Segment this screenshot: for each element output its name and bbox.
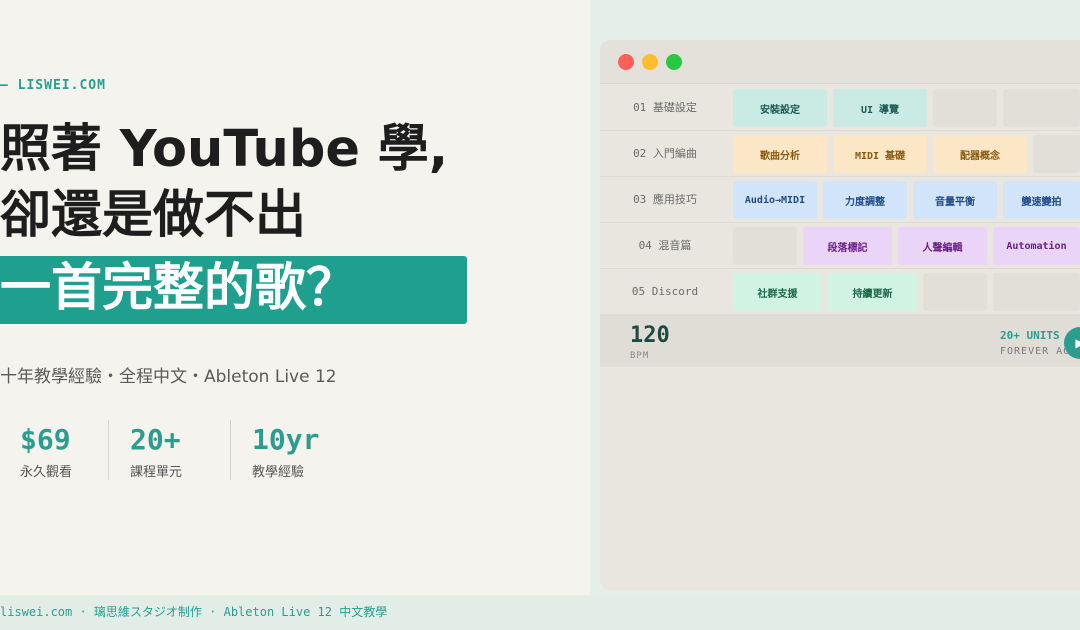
headline-highlight: 一首完整的歌？ bbox=[0, 256, 468, 324]
track-row: 04 混音篇 段落標記 人聲編輯 Automation bbox=[600, 223, 1080, 269]
clip[interactable]: MIDI 基礎 bbox=[833, 135, 927, 173]
track-label: 01 基礎設定 bbox=[633, 101, 697, 114]
clip[interactable]: 段落標記 bbox=[803, 227, 892, 265]
stat-divider bbox=[230, 420, 231, 480]
track-row: 05 Discord 社群支援 持續更新 bbox=[600, 269, 1080, 315]
track-row: 02 入門編曲 歌曲分析 MIDI 基礎 配器概念 bbox=[600, 131, 1080, 177]
stat-years: 10yr 教學經驗 bbox=[252, 420, 319, 480]
stat-label: 課程單元 bbox=[130, 465, 183, 480]
stat-label: 永久觀看 bbox=[20, 465, 73, 480]
left-panel: — LISWEI.COM 照著 YouTube 學, 卻還是做不出 一首完整的歌… bbox=[0, 0, 590, 595]
empty-clip-slot[interactable] bbox=[993, 273, 1080, 311]
stat-value: 20+ bbox=[130, 423, 181, 456]
stat-value: 10yr bbox=[252, 423, 320, 456]
stat-price: $69 永久觀看 bbox=[20, 420, 72, 480]
empty-clip-slot[interactable] bbox=[923, 273, 987, 311]
clip[interactable]: 力度調整 bbox=[823, 181, 907, 219]
clip[interactable]: UI 導覽 bbox=[833, 89, 927, 127]
window-titlebar bbox=[600, 40, 1080, 84]
footer-text[interactable]: liswei.com · 璃思維スタジオ制作 · Ableton Live 12… bbox=[0, 595, 387, 630]
clip[interactable]: 安裝設定 bbox=[733, 89, 827, 127]
track-label: 05 Discord bbox=[631, 285, 699, 298]
bpm-value[interactable]: 120 bbox=[630, 323, 670, 348]
clip[interactable]: 變速變拍 bbox=[1003, 181, 1080, 219]
headline: 照著 YouTube 學, 卻還是做不出 一首完整的歌？ bbox=[0, 116, 468, 324]
minimize-dot-icon[interactable] bbox=[642, 54, 658, 70]
brand-label[interactable]: — LISWEI.COM bbox=[0, 78, 106, 93]
track-row: 01 基礎設定 安裝設定 UI 導覽 bbox=[600, 85, 1080, 131]
empty-clip-slot[interactable] bbox=[733, 227, 797, 265]
stat-units: 20+ 課程單元 bbox=[130, 420, 182, 480]
clip[interactable]: Automation bbox=[993, 227, 1080, 265]
clip[interactable]: 歌曲分析 bbox=[733, 135, 827, 173]
footer: liswei.com · 璃思維スタジオ制作 · Ableton Live 12… bbox=[0, 595, 1080, 630]
maximize-dot-icon[interactable] bbox=[666, 54, 682, 70]
clip[interactable]: 人聲編輯 bbox=[898, 227, 987, 265]
track-label: 04 混音篇 bbox=[638, 239, 692, 252]
subtitle: 十年教學經驗・全程中文・Ableton Live 12 bbox=[0, 367, 337, 387]
empty-clip-slot[interactable] bbox=[1033, 135, 1080, 173]
clip[interactable]: 配器概念 bbox=[933, 135, 1027, 173]
empty-clip-slot[interactable] bbox=[933, 89, 997, 127]
transport-bar: 120 BPM 20+ UNITS FOREVER ACCESS ▶ bbox=[600, 315, 1080, 367]
daw-window: 01 基礎設定 安裝設定 UI 導覽 02 入門編曲 歌曲分析 MIDI 基礎 … bbox=[600, 40, 1080, 590]
bpm-label: BPM bbox=[630, 351, 650, 361]
stat-divider bbox=[108, 420, 109, 480]
headline-line-1: 照著 YouTube 學, bbox=[0, 120, 449, 179]
track-label: 02 入門編曲 bbox=[633, 147, 697, 160]
track-label: 03 應用技巧 bbox=[633, 193, 697, 206]
close-dot-icon[interactable] bbox=[618, 54, 634, 70]
units-value: 20+ UNITS bbox=[1000, 329, 1060, 342]
stat-value: $69 bbox=[20, 423, 71, 456]
clip[interactable]: Audio→MIDI bbox=[733, 181, 817, 219]
clip[interactable]: 持續更新 bbox=[828, 273, 917, 311]
stat-label: 教學經驗 bbox=[252, 465, 305, 480]
empty-clip-slot[interactable] bbox=[1003, 89, 1080, 127]
clip[interactable]: 社群支援 bbox=[733, 273, 822, 311]
clip[interactable]: 音量平衡 bbox=[913, 181, 997, 219]
headline-line-2: 卻還是做不出 bbox=[0, 186, 307, 245]
track-row: 03 應用技巧 Audio→MIDI 力度調整 音量平衡 變速變拍 bbox=[600, 177, 1080, 223]
